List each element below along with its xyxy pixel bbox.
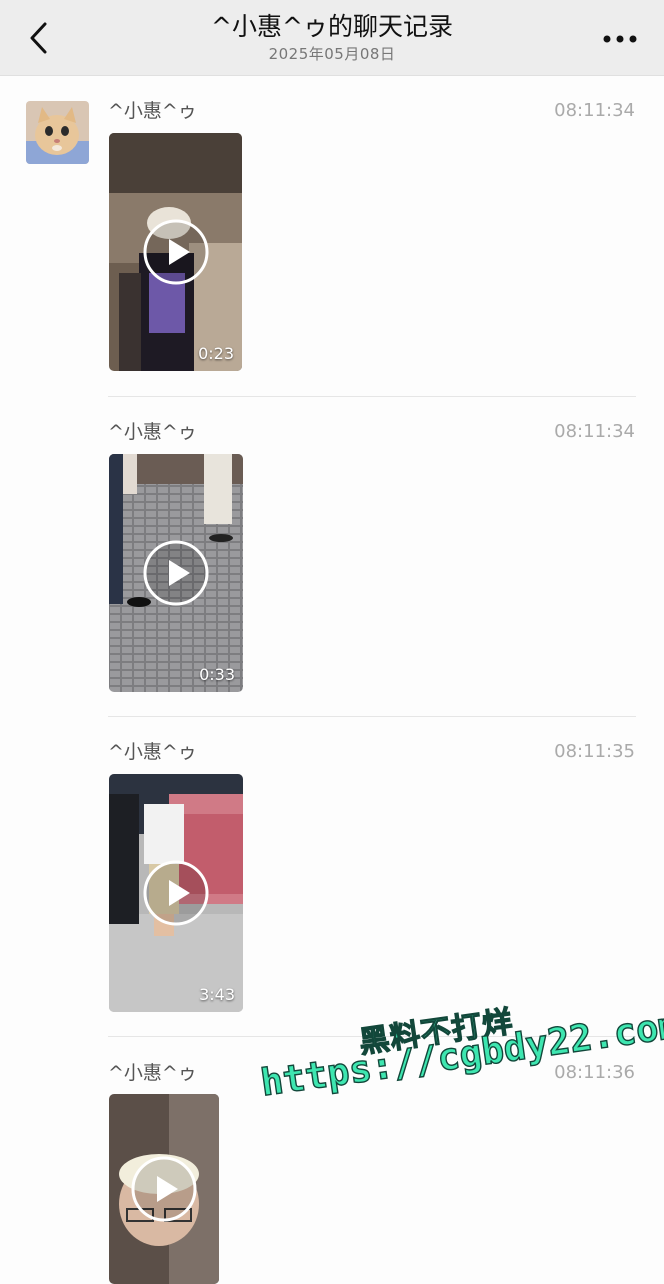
sender-name: ^小惠^ゥ [108,741,197,763]
message-time: 08:11:36 [554,1062,635,1083]
message-time: 08:11:34 [554,421,635,442]
video-duration: 0:23 [198,344,234,363]
ellipsis-icon [603,35,637,43]
message-item: ^小惠^ゥ 08:11:34 0:23 [0,98,664,388]
play-icon [143,219,208,285]
play-icon [143,540,209,606]
message-item: ^小惠^ゥ 08:11:35 3:43 [0,739,664,1029]
video-thumbnail[interactable]: 3:43 [109,774,243,1012]
divider [108,716,636,717]
page-title: ^小惠^ゥ的聊天记录 [211,12,453,41]
play-icon [143,860,209,926]
play-icon [131,1156,197,1222]
divider [108,396,636,397]
message-time: 08:11:34 [554,100,635,121]
more-button[interactable] [600,22,640,56]
video-thumbnail[interactable]: 0:23 [109,133,242,371]
message-time: 08:11:35 [554,741,635,762]
sender-name: ^小惠^ゥ [108,100,197,122]
history-date: 2025年05月08日 [268,45,396,63]
video-duration: 3:43 [199,985,235,1004]
video-thumbnail[interactable] [109,1094,219,1284]
video-duration: 0:33 [199,665,235,684]
sender-name: ^小惠^ゥ [108,421,197,443]
chat-history-header: ^小惠^ゥ的聊天记录 2025年05月08日 [0,0,664,76]
video-thumbnail[interactable]: 0:33 [109,454,243,692]
message-item: ^小惠^ゥ 08:11:34 0:33 [0,419,664,709]
sender-name: ^小惠^ゥ [108,1062,197,1084]
